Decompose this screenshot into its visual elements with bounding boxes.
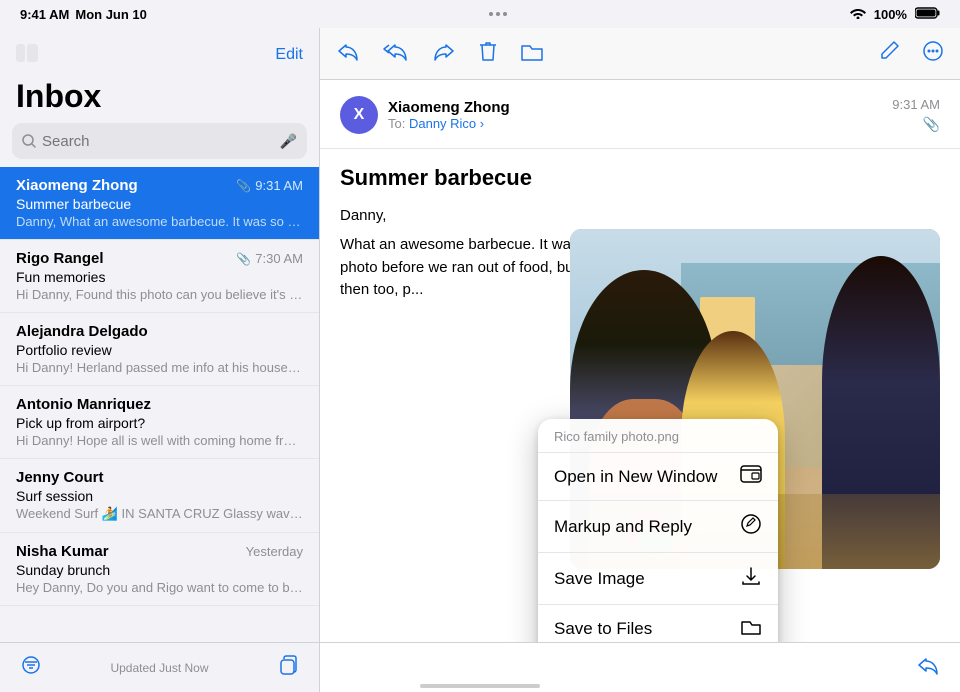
copy-stack-icon[interactable] <box>277 654 299 681</box>
context-menu-markup-reply[interactable]: Markup and Reply <box>538 501 778 553</box>
detail-body: Summer barbecue Danny, What an awesome b… <box>320 149 960 642</box>
context-menu-save-image[interactable]: Save Image <box>538 553 778 605</box>
detail-toolbar <box>320 28 960 80</box>
detail-pane: X Xiaomeng Zhong To: Danny Rico › 9:31 A… <box>320 28 960 692</box>
status-bar: 9:41 AM Mon Jun 10 100% <box>0 0 960 28</box>
detail-toolbar-left <box>336 40 544 67</box>
avatar: X <box>340 96 378 134</box>
more-icon[interactable] <box>922 40 944 67</box>
paperclip-icon: 📎 <box>923 116 940 133</box>
forward-icon[interactable] <box>432 41 456 66</box>
sidebar-toggle-icon[interactable] <box>16 44 38 67</box>
detail-header: X Xiaomeng Zhong To: Danny Rico › 9:31 A… <box>320 80 960 149</box>
sidebar-toolbar: Edit <box>0 28 319 78</box>
updated-text: Updated Just Now <box>110 661 208 675</box>
trash-icon[interactable] <box>478 40 498 67</box>
context-menu: Rico family photo.png Open in New Window <box>538 419 778 642</box>
recipient-name[interactable]: Danny Rico <box>409 116 476 131</box>
email-list-item[interactable]: Antonio Manriquez Pick up from airport? … <box>0 386 319 459</box>
reply-all-icon[interactable] <box>382 41 410 66</box>
reply-bottom-icon[interactable] <box>916 655 940 680</box>
search-bar[interactable]: 🎤 <box>12 123 307 159</box>
recipient-line[interactable]: To: Danny Rico › <box>388 116 510 131</box>
context-menu-open-new-window[interactable]: Open in New Window <box>538 453 778 501</box>
sender-details: Xiaomeng Zhong To: Danny Rico › <box>388 99 510 131</box>
compose-icon[interactable] <box>878 40 900 67</box>
home-indicator <box>420 684 540 688</box>
save-image-icon <box>740 565 762 592</box>
markup-icon <box>740 513 762 540</box>
reply-icon[interactable] <box>336 41 360 66</box>
timestamp-area: 9:31 AM 📎 <box>892 97 940 133</box>
battery-icon <box>915 7 940 22</box>
context-menu-save-to-files[interactable]: Save to Files <box>538 605 778 642</box>
status-time: 9:41 AM <box>20 7 69 22</box>
detail-bottom-bar <box>320 642 960 692</box>
save-files-icon <box>740 617 762 640</box>
sidebar: Edit Inbox 🎤 Xiaomeng Zhong 📎 9: <box>0 28 320 692</box>
email-list-item[interactable]: Alejandra Delgado Portfolio review Hi Da… <box>0 313 319 386</box>
open-new-window-label: Open in New Window <box>554 467 717 487</box>
detail-toolbar-right <box>878 40 944 67</box>
wifi-icon <box>850 7 866 22</box>
email-greeting: Danny, <box>340 207 940 224</box>
markup-reply-label: Markup and Reply <box>554 517 692 537</box>
window-icon <box>740 465 762 488</box>
email-timestamp: 9:31 AM <box>892 97 940 112</box>
email-list-item[interactable]: Xiaomeng Zhong 📎 9:31 AM Summer barbecue… <box>0 167 319 240</box>
sender-name: Xiaomeng Zhong <box>388 99 510 116</box>
chevron-icon: › <box>480 116 484 131</box>
sender-info: X Xiaomeng Zhong To: Danny Rico › <box>340 96 510 134</box>
edit-button[interactable]: Edit <box>275 46 303 64</box>
search-input[interactable] <box>42 133 274 150</box>
folder-icon[interactable] <box>520 41 544 66</box>
sidebar-bottom-bar: Updated Just Now <box>0 642 319 692</box>
sender-row: X Xiaomeng Zhong To: Danny Rico › 9:31 A… <box>340 96 940 134</box>
status-day: Mon Jun 10 <box>75 7 147 22</box>
microphone-icon[interactable]: 🎤 <box>280 133 297 150</box>
inbox-title: Inbox <box>0 78 319 123</box>
save-to-files-label: Save to Files <box>554 619 652 639</box>
status-bar-left: 9:41 AM Mon Jun 10 <box>20 7 147 22</box>
email-list-item[interactable]: Jenny Court Surf session Weekend Surf 🏄 … <box>0 459 319 533</box>
main-layout: Edit Inbox 🎤 Xiaomeng Zhong 📎 9: <box>0 28 960 692</box>
search-icon <box>22 134 36 148</box>
filter-icon[interactable] <box>20 656 42 680</box>
ipad-frame: 9:41 AM Mon Jun 10 100% <box>0 0 960 692</box>
email-subject: Summer barbecue <box>340 165 940 191</box>
status-bar-right: 100% <box>850 7 940 22</box>
status-bar-center-dots <box>489 12 507 16</box>
context-menu-filename: Rico family photo.png <box>538 419 778 453</box>
email-list-item[interactable]: Nisha Kumar Yesterday Sunday brunch Hey … <box>0 533 319 606</box>
battery-percentage: 100% <box>874 7 907 22</box>
email-list-item[interactable]: Rigo Rangel 📎 7:30 AM Fun memories Hi Da… <box>0 240 319 313</box>
email-list: Xiaomeng Zhong 📎 9:31 AM Summer barbecue… <box>0 167 319 642</box>
save-image-label: Save Image <box>554 569 645 589</box>
